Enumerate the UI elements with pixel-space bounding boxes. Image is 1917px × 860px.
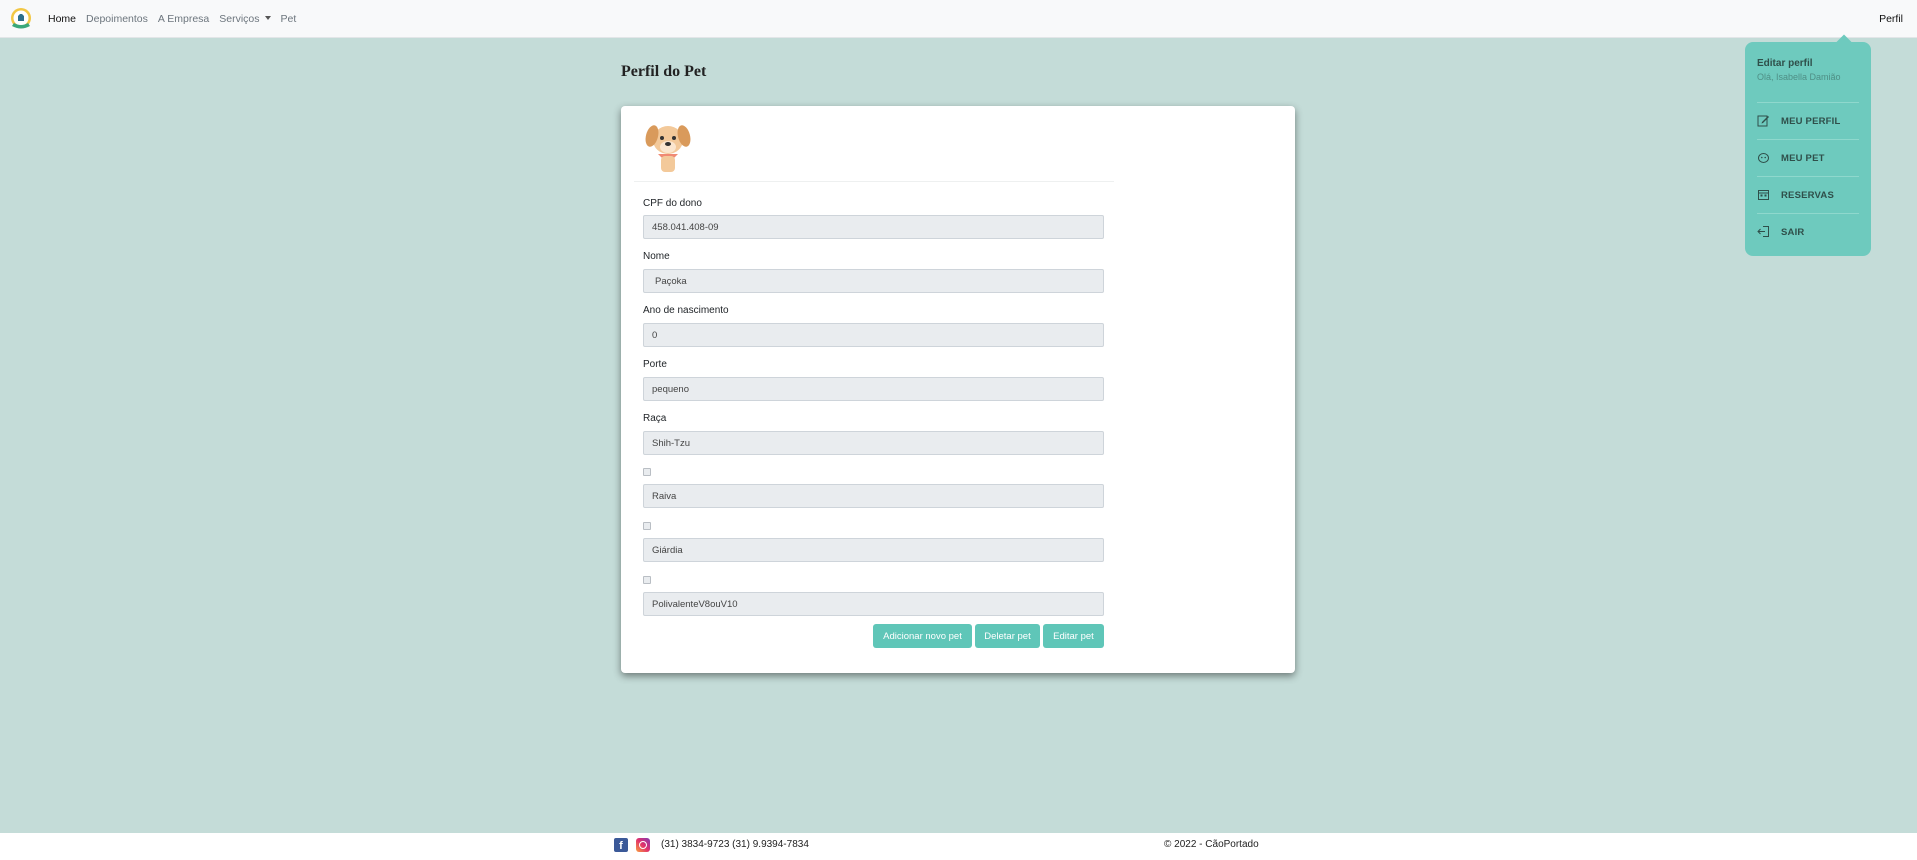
nav-servicos-label: Serviços [219, 13, 260, 25]
page-title: Perfil do Pet [621, 63, 707, 80]
instagram-icon[interactable] [636, 838, 650, 852]
pet-name-label: Nome [643, 251, 670, 262]
nav-servicos-dropdown[interactable]: Serviços [219, 13, 271, 25]
calendar-icon [1758, 190, 1769, 200]
copyright-text: © 2022 - CãoPortado [1164, 839, 1259, 850]
birth-year-label: Ano de nascimento [643, 305, 729, 316]
owner-cpf-field[interactable]: 458.041.408-09 [643, 215, 1104, 239]
dog-avatar-icon [645, 125, 691, 172]
menu-item-reservas[interactable]: RESERVAS [1745, 177, 1871, 213]
vaccine-giardia-checkbox[interactable] [643, 522, 651, 530]
dog-logo-icon[interactable] [9, 7, 33, 31]
facebook-icon[interactable]: f [614, 838, 628, 852]
menu-item-meu-pet[interactable]: MEU PET [1745, 140, 1871, 176]
chevron-down-icon [264, 16, 271, 20]
vaccine-polivalente-checkbox[interactable] [643, 576, 651, 584]
size-field[interactable]: pequeno [643, 377, 1104, 401]
page-footer [0, 833, 1917, 860]
pet-profile-card: CPF do dono 458.041.408-09 Nome Paçoka A… [621, 106, 1295, 673]
menu-item-meu-perfil[interactable]: MEU PERFIL [1745, 103, 1871, 139]
contact-phones: (31) 3834-9723 (31) 9.9394-7834 [661, 839, 809, 850]
vaccine-giardia-field[interactable]: Giárdia [643, 538, 1104, 562]
breed-label: Raça [643, 413, 667, 424]
top-navbar: Home Depoimentos A Empresa Serviços Pet … [0, 0, 1917, 38]
avatar-divider [634, 181, 1114, 182]
edit-icon [1757, 115, 1769, 127]
nav-profile-link[interactable]: Perfil [1879, 0, 1903, 38]
menu-item-label: MEU PET [1781, 153, 1825, 164]
menu-item-label: MEU PERFIL [1781, 116, 1841, 127]
menu-item-label: RESERVAS [1781, 190, 1834, 201]
vaccine-raiva-checkbox[interactable] [643, 468, 651, 476]
nav-empresa-link[interactable]: A Empresa [158, 13, 209, 25]
vaccine-polivalente-field[interactable]: PolivalenteV8ouV10 [643, 592, 1104, 616]
menu-item-label: SAIR [1781, 227, 1805, 238]
add-pet-button[interactable]: Adicionar novo pet [873, 624, 972, 648]
pet-name-field[interactable]: Paçoka [643, 269, 1104, 293]
menu-item-sair[interactable]: SAIR [1745, 214, 1871, 250]
logout-icon [1757, 226, 1769, 237]
nav-pet-link[interactable]: Pet [281, 13, 297, 25]
nav-links: Home Depoimentos A Empresa Serviços Pet [48, 0, 306, 38]
edit-profile-title[interactable]: Editar perfil [1757, 58, 1813, 69]
edit-pet-button[interactable]: Editar pet [1043, 624, 1104, 648]
size-label: Porte [643, 359, 667, 370]
profile-dropdown-menu: Editar perfil Olá, Isabella Damião MEU P… [1745, 42, 1871, 256]
delete-pet-button[interactable]: Deletar pet [975, 624, 1040, 648]
owner-cpf-label: CPF do dono [643, 198, 702, 209]
breed-field[interactable]: Shih-Tzu [643, 431, 1104, 455]
pet-icon [1758, 153, 1769, 163]
user-greeting: Olá, Isabella Damião [1757, 72, 1841, 82]
nav-home-link[interactable]: Home [48, 13, 76, 25]
birth-year-field[interactable]: 0 [643, 323, 1104, 347]
vaccine-raiva-field[interactable]: Raiva [643, 484, 1104, 508]
nav-depoimentos-link[interactable]: Depoimentos [86, 13, 148, 25]
